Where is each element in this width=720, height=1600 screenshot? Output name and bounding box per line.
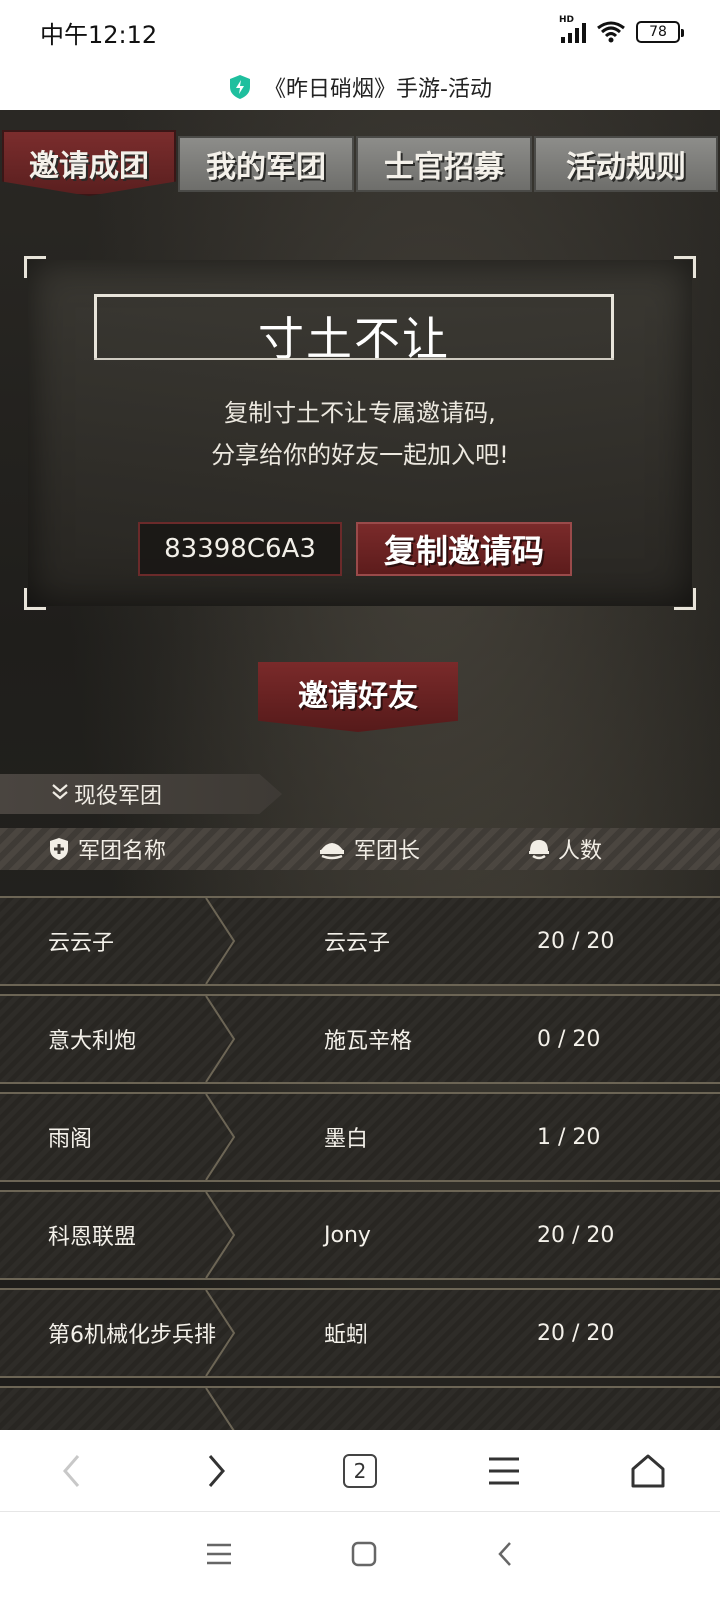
member-count: 20 / 20 [537, 928, 615, 954]
member-count: 20 / 20 [537, 1222, 615, 1248]
section-label: 现役军团 [74, 784, 163, 809]
tab-activity-rules[interactable]: 活动规则 [534, 136, 718, 192]
header-label: 人数 [558, 839, 603, 864]
browser-title-bar: 《昨日硝烟》手游-活动 [0, 64, 720, 110]
tab-label: 我的军团 [206, 150, 326, 185]
battery-icon: 78 [636, 21, 684, 43]
page-title: 《昨日硝烟》手游-活动 [264, 77, 492, 102]
table-row[interactable]: 科恩联盟 Jony 20 / 20 [0, 1190, 720, 1280]
legion-name: 第6机械化步兵排 [48, 1323, 216, 1348]
system-navigation-bar [0, 1512, 720, 1600]
legion-name: 意大利炮 [48, 1029, 137, 1054]
table-row[interactable]: 云云子 云云子 20 / 20 [0, 896, 720, 986]
header-label: 军团长 [354, 839, 421, 864]
tab-count-badge: 2 [343, 1453, 377, 1488]
network-type-label: HD [559, 15, 575, 25]
row-chevron-divider [205, 996, 236, 1082]
back-button[interactable] [42, 1441, 102, 1501]
game-activity-page: 邀请成团 我的军团 士官招募 活动规则 寸土不让 复制寸土不让专属邀请码, 分享… [0, 110, 720, 1430]
back-arrow-icon [498, 1542, 511, 1566]
header-member-count: 人数 [528, 828, 602, 870]
secure-shield-icon [228, 74, 252, 100]
tab-label: 活动规则 [566, 150, 686, 185]
member-count: 0 / 20 [537, 1026, 601, 1052]
signal-icon: HD [559, 15, 586, 43]
battery-level: 78 [649, 24, 667, 40]
row-chevron-divider [205, 898, 236, 984]
table-row[interactable]: 意大利炮 施瓦辛格 0 / 20 [0, 994, 720, 1084]
panel-title-frame: 寸土不让 [94, 294, 614, 366]
forward-button[interactable] [186, 1441, 246, 1501]
recent-apps-button[interactable] [205, 1542, 233, 1570]
corner-bracket [674, 256, 696, 278]
browser-toolbar: 2 [0, 1430, 720, 1512]
table-row-partial[interactable] [0, 1386, 720, 1430]
tab-bar: 邀请成团 我的军团 士官招募 活动规则 [0, 130, 720, 200]
legion-leader: 墨白 [324, 1127, 369, 1152]
shield-plus-icon [50, 838, 68, 860]
status-icons: HD 78 [559, 15, 684, 44]
member-count: 20 / 20 [537, 1320, 615, 1346]
legion-name: 云云子 [48, 931, 115, 956]
chevron-right-icon [208, 1454, 225, 1487]
invite-code-row: 83398C6A3 复制邀请码 [138, 522, 578, 576]
legion-name: 科恩联盟 [48, 1225, 137, 1250]
row-chevron-divider [205, 1388, 235, 1430]
corner-bracket [24, 588, 46, 610]
description-line: 分享给你的好友一起加入吧! [211, 441, 509, 469]
invite-panel: 寸土不让 复制寸土不让专属邀请码, 分享给你的好友一起加入吧! 83398C6A… [24, 256, 696, 610]
legion-leader: 施瓦辛格 [324, 1029, 413, 1054]
table-row[interactable]: 第6机械化步兵排 蚯蚓 20 / 20 [0, 1288, 720, 1378]
officer-cap-icon [320, 843, 344, 860]
invite-friends-label: 邀请好友 [298, 679, 418, 714]
tab-invite-team[interactable]: 邀请成团 [2, 130, 176, 196]
legion-leader: Jony [324, 1222, 371, 1248]
menu-button[interactable] [474, 1441, 534, 1501]
table-header: 军团名称 军团长 人数 [0, 828, 720, 870]
corner-bracket [674, 588, 696, 610]
tab-my-legion[interactable]: 我的军团 [178, 136, 354, 192]
header-legion-leader: 军团长 [318, 828, 420, 870]
member-count: 1 / 20 [537, 1124, 601, 1150]
panel-title: 寸土不让 [258, 311, 450, 366]
row-chevron-divider [205, 1192, 236, 1278]
invite-code-field[interactable]: 83398C6A3 [138, 522, 342, 576]
status-time: 中午12:12 [40, 20, 158, 49]
tab-label: 士官招募 [384, 150, 504, 185]
legion-leader: 云云子 [324, 931, 391, 956]
row-chevron-divider [205, 1094, 236, 1180]
copy-code-button[interactable]: 复制邀请码 [356, 522, 572, 576]
header-label: 军团名称 [78, 839, 167, 864]
tabs-button[interactable]: 2 [330, 1441, 390, 1501]
section-header-active-legions: 现役军团 [0, 774, 282, 814]
corner-bracket [24, 256, 46, 278]
status-bar: 中午12:12 HD 78 [0, 0, 720, 64]
chevron-left-icon [63, 1454, 80, 1487]
header-legion-name: 军团名称 [48, 828, 166, 870]
home-button[interactable] [618, 1441, 678, 1501]
tab-label: 邀请成团 [29, 149, 149, 184]
legion-name: 雨阁 [48, 1127, 93, 1152]
legion-leader: 蚯蚓 [324, 1323, 369, 1348]
system-home-button[interactable] [351, 1541, 377, 1571]
table-row[interactable]: 雨阁 墨白 1 / 20 [0, 1092, 720, 1182]
recents-icon [207, 1543, 231, 1565]
tab-officer-recruit[interactable]: 士官招募 [356, 136, 532, 192]
system-back-button[interactable] [495, 1540, 515, 1572]
double-chevron-down-icon [52, 784, 68, 800]
invite-friends-button[interactable]: 邀请好友 [258, 662, 458, 732]
description-line: 复制寸土不让专属邀请码, [224, 399, 496, 427]
hamburger-menu-icon [489, 1457, 519, 1484]
home-icon [631, 1454, 665, 1487]
helmet-icon [529, 840, 549, 860]
panel-description: 复制寸土不让专属邀请码, 分享给你的好友一起加入吧! [28, 392, 692, 476]
square-home-icon [351, 1541, 377, 1567]
wifi-icon [597, 21, 625, 43]
